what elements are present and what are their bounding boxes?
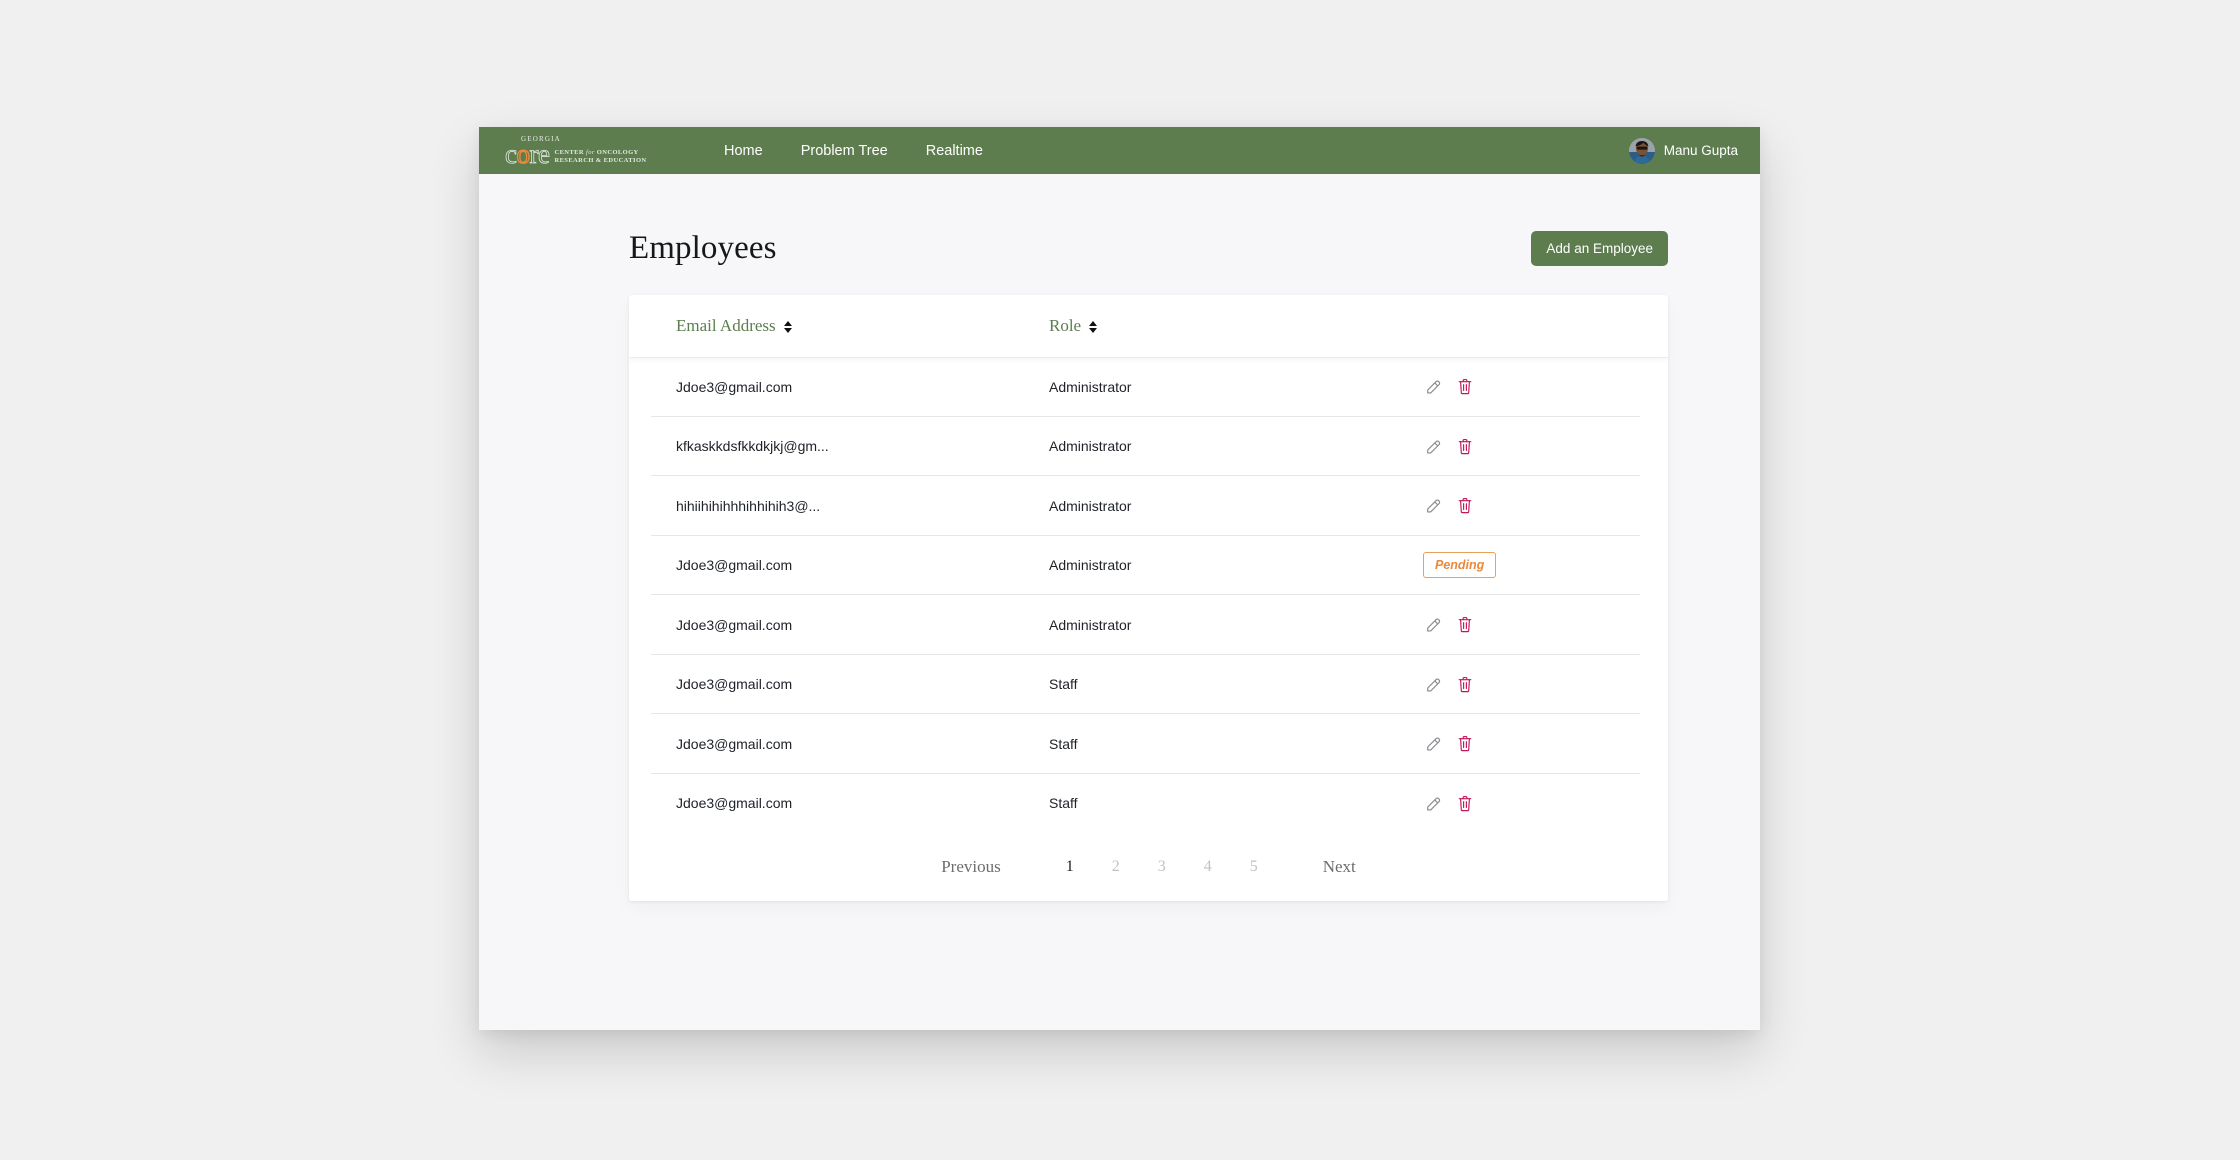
edit-pencil-icon[interactable] [1423, 495, 1444, 516]
cell-role: Administrator [1049, 616, 1132, 633]
pagination-page-2[interactable]: 2 [1093, 858, 1139, 876]
status-badge-pending: Pending [1423, 552, 1497, 579]
nav-links: Home Problem Tree Realtime [705, 137, 1002, 165]
table-row: hihiihihihhhihhihih3@... Administrator [629, 476, 1640, 536]
edit-pencil-icon[interactable] [1423, 614, 1444, 635]
user-menu[interactable]: Manu Gupta [1628, 137, 1738, 164]
georgia-core-logo[interactable]: GEORGIA c o re CENTER for ONCOLOGY RESEA… [505, 133, 653, 169]
cell-email-address: kfkaskkdsfkkdkjkj@gm... [676, 438, 829, 455]
page-title: Employees [629, 230, 777, 266]
logo-tagline-oncology: ONCOLOGY [594, 148, 639, 156]
edit-pencil-icon[interactable] [1423, 436, 1444, 457]
delete-trash-icon[interactable] [1455, 495, 1475, 516]
user-avatar [1628, 137, 1655, 164]
cell-role: Administrator [1049, 378, 1132, 395]
page-content: Employees Add an Employee Email Address … [479, 230, 1760, 1030]
edit-pencil-icon[interactable] [1423, 733, 1444, 754]
table-row: Jdoe3@gmail.com Administrator Pending [629, 536, 1640, 596]
edit-pencil-icon[interactable] [1423, 674, 1444, 695]
cell-email-address: Jdoe3@gmail.com [676, 616, 793, 633]
cell-actions [1309, 674, 1640, 695]
cell-email-address: hihiihihihhhihhihih3@... [676, 497, 821, 514]
cell-actions [1309, 793, 1640, 814]
table-row: Jdoe3@gmail.com Staff [629, 714, 1640, 774]
pagination-next-button[interactable]: Next [1313, 853, 1366, 881]
table-body: Jdoe3@gmail.com Administrator kfkaskkdsfk… [629, 357, 1668, 833]
delete-trash-icon[interactable] [1455, 733, 1475, 754]
user-name-label: Manu Gupta [1663, 143, 1738, 158]
logo-tagline-for: for [585, 148, 595, 156]
logo-letter-o-orange: o [516, 138, 531, 169]
pagination: Previous 12345 Next [629, 833, 1668, 901]
cell-role: Staff [1049, 735, 1078, 752]
table-row: kfkaskkdsfkkdkjkj@gm... Administrator [629, 417, 1640, 477]
cell-email-address: Jdoe3@gmail.com [676, 735, 793, 752]
sort-icon[interactable] [1089, 320, 1098, 333]
cell-actions [1309, 614, 1640, 635]
add-employee-button[interactable]: Add an Employee [1531, 231, 1668, 266]
column-header-email-label: Email Address [676, 316, 776, 335]
cell-role: Administrator [1049, 497, 1132, 514]
logo-tagline: CENTER for ONCOLOGY RESEARCH & EDUCATION [554, 149, 646, 165]
page-header: Employees Add an Employee [629, 230, 1668, 267]
sort-icon[interactable] [783, 320, 792, 333]
pagination-previous-button[interactable]: Previous [931, 853, 1011, 881]
delete-trash-icon[interactable] [1455, 614, 1475, 635]
pagination-page-numbers: 12345 [1047, 858, 1277, 876]
table-row: Jdoe3@gmail.com Staff [629, 774, 1640, 834]
table-header-row: Email Address Role [629, 295, 1668, 357]
pagination-page-4[interactable]: 4 [1185, 858, 1231, 876]
edit-pencil-icon[interactable] [1423, 376, 1444, 397]
logo-core-wordmark: c o re [505, 138, 551, 169]
nav-link-realtime[interactable]: Realtime [907, 137, 1002, 165]
top-navigation-bar: GEORGIA c o re CENTER for ONCOLOGY RESEA… [479, 127, 1760, 174]
delete-trash-icon[interactable] [1455, 793, 1475, 814]
app-window: GEORGIA c o re CENTER for ONCOLOGY RESEA… [479, 127, 1760, 1030]
cell-actions [1309, 436, 1640, 457]
cell-actions: Pending [1309, 552, 1640, 579]
logo-letter-c: c [505, 138, 518, 169]
pagination-page-5[interactable]: 5 [1231, 858, 1277, 876]
column-header-email-address[interactable]: Email Address [676, 316, 1049, 336]
table-row: Jdoe3@gmail.com Administrator [629, 595, 1640, 655]
delete-trash-icon[interactable] [1455, 436, 1475, 457]
cell-actions [1309, 733, 1640, 754]
nav-link-home[interactable]: Home [705, 137, 782, 165]
table-row: Jdoe3@gmail.com Staff [629, 655, 1640, 715]
logo-tagline-line2: RESEARCH & EDUCATION [554, 156, 647, 164]
cell-role: Administrator [1049, 557, 1132, 574]
nav-link-problem-tree[interactable]: Problem Tree [782, 137, 907, 165]
column-header-role[interactable]: Role [1049, 316, 1309, 336]
cell-email-address: Jdoe3@gmail.com [676, 676, 793, 693]
cell-role: Staff [1049, 795, 1078, 812]
pagination-page-1[interactable]: 1 [1047, 858, 1093, 876]
cell-role: Staff [1049, 676, 1078, 693]
column-header-role-label: Role [1049, 316, 1082, 335]
edit-pencil-icon[interactable] [1423, 793, 1444, 814]
cell-role: Administrator [1049, 438, 1132, 455]
cell-email-address: Jdoe3@gmail.com [676, 557, 793, 574]
delete-trash-icon[interactable] [1455, 376, 1475, 397]
delete-trash-icon[interactable] [1455, 674, 1475, 695]
logo-letters-re: re [529, 138, 550, 169]
pagination-page-3[interactable]: 3 [1139, 858, 1185, 876]
logo-tagline-center: CENTER [554, 148, 586, 156]
table-row: Jdoe3@gmail.com Administrator [629, 357, 1640, 417]
cell-email-address: Jdoe3@gmail.com [676, 795, 793, 812]
cell-actions [1309, 495, 1640, 516]
cell-email-address: Jdoe3@gmail.com [676, 378, 793, 395]
employees-table-card: Email Address Role Jdoe3@gmail.com Admini… [629, 295, 1668, 901]
cell-actions [1309, 376, 1640, 397]
